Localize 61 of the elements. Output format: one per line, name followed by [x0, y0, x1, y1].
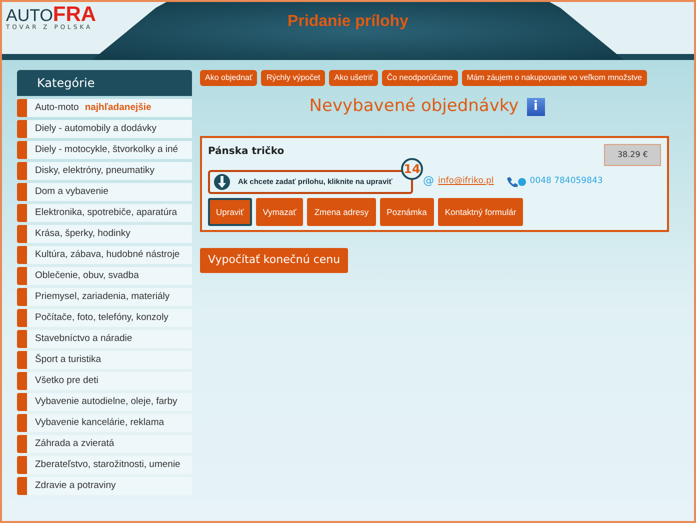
- nav-link-button[interactable]: Ako objednať: [200, 70, 258, 86]
- category-marker: [17, 435, 27, 453]
- category-item[interactable]: Zberateľstvo, starožitnosti, umenie: [27, 456, 192, 474]
- category-marker: [17, 225, 27, 243]
- page-header-title: Pridanie prílohy: [288, 12, 408, 32]
- info-icon[interactable]: i: [526, 98, 545, 116]
- category-item[interactable]: Zdravie a potraviny: [27, 477, 192, 495]
- category-marker: [17, 330, 27, 348]
- category-item[interactable]: Diely - automobily a dodávky: [27, 120, 192, 138]
- category-marker: [17, 288, 27, 306]
- category-marker: [17, 372, 27, 390]
- page-title: Nevybavené objednávky: [309, 95, 519, 118]
- category-item[interactable]: Všetko pre deti: [27, 372, 192, 390]
- category-marker: [17, 204, 27, 222]
- category-marker: [17, 162, 27, 180]
- category-marker: [17, 414, 27, 432]
- logo-text: FRA: [52, 3, 96, 26]
- logo-text: AUTO: [6, 6, 53, 25]
- order-action-button[interactable]: Poznámka: [380, 198, 434, 226]
- category-item[interactable]: Vybavenie kancelárie, reklama: [27, 414, 192, 432]
- step-number: 14: [401, 158, 423, 180]
- category-item[interactable]: Dom a vybavenie: [27, 183, 192, 201]
- category-item[interactable]: Šport a turistika: [27, 351, 192, 369]
- order-action-button[interactable]: Zmena adresy: [307, 198, 376, 226]
- category-marker: [17, 183, 27, 201]
- category-marker: [17, 309, 27, 327]
- phone-number: 0048 784059843: [530, 175, 603, 188]
- order-action-button[interactable]: Upraviť: [208, 198, 252, 226]
- category-marker: [17, 393, 27, 411]
- category-item[interactable]: Počítače, foto, telefóny, konzoly: [27, 309, 192, 327]
- category-marker: [17, 246, 27, 264]
- category-item[interactable]: Oblečenie, obuv, svadba: [27, 267, 192, 285]
- category-marker: [17, 477, 27, 495]
- nav-link-button[interactable]: Mám záujem o nakupovanie vo veľkom množstve: [462, 70, 647, 86]
- order-action-button[interactable]: Kontaktný formulár: [438, 198, 524, 226]
- sidebar-heading: Kategórie: [17, 70, 192, 96]
- category-marker: [17, 141, 27, 159]
- category-item[interactable]: Elektronika, spotrebiče, aparatúra: [27, 204, 192, 222]
- at-icon: @: [423, 173, 434, 190]
- category-marker: [17, 456, 27, 474]
- nav-link-button[interactable]: Čo neodporúčame: [382, 70, 458, 86]
- nav-link-button[interactable]: Ako ušetriť: [329, 70, 378, 86]
- category-item[interactable]: Auto-moto najhľadanejšie: [27, 99, 192, 117]
- category-item[interactable]: Krása, šperky, hodinky: [27, 225, 192, 243]
- category-item[interactable]: Disky, elektróny, pneumatiky: [27, 162, 192, 180]
- category-marker: [17, 351, 27, 369]
- category-item[interactable]: Priemysel, zariadenia, materiály: [27, 288, 192, 306]
- order-action-button[interactable]: Vymazať: [256, 198, 304, 226]
- price-label: 38.29 €: [604, 144, 661, 166]
- category-item[interactable]: Diely - motocykle, štvorkolky a iné: [27, 141, 192, 159]
- product-name[interactable]: Pánska tričko: [208, 144, 284, 158]
- category-marker: [17, 99, 27, 117]
- phone-icon: [506, 176, 526, 186]
- nav-link-button[interactable]: Rýchly výpočet: [261, 70, 326, 86]
- category-item[interactable]: Kultúra, zábava, hudobné nástroje: [27, 246, 192, 264]
- calculate-price-button[interactable]: Vypočítať konečnú cenu: [200, 248, 348, 273]
- category-marker: [17, 120, 27, 138]
- category-item[interactable]: Vybavenie autodielne, oleje, farby: [27, 393, 192, 411]
- category-item[interactable]: Stavebníctvo a náradie: [27, 330, 192, 348]
- category-marker: [17, 267, 27, 285]
- category-item[interactable]: Záhrada a zvieratá: [27, 435, 192, 453]
